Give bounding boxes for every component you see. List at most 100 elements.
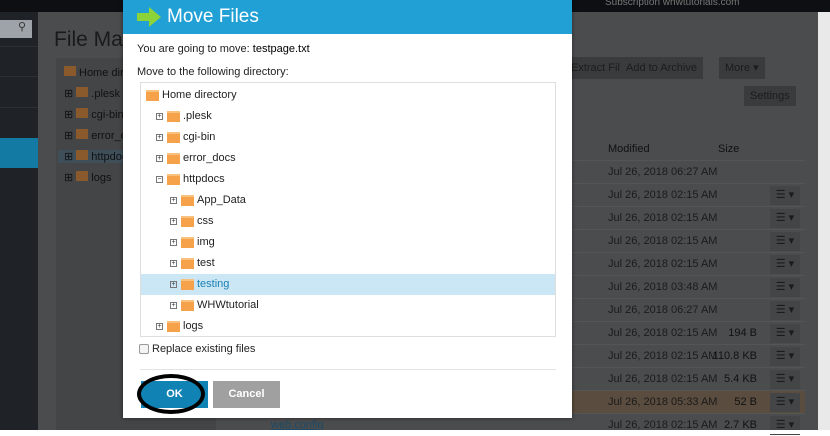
tree-node[interactable]: + WHWtutorial: [141, 295, 555, 316]
tree-node[interactable]: + img: [141, 232, 555, 253]
folder-icon: [76, 150, 89, 160]
folder-item[interactable]: ⊞ logs: [64, 171, 111, 184]
column-size[interactable]: Size: [718, 143, 739, 155]
tree-node[interactable]: + cgi-bin: [141, 127, 555, 148]
row-menu-button[interactable]: ☰ ▾: [770, 232, 800, 251]
modified-cell: Jul 26, 2018 06:27 AM: [608, 166, 718, 178]
modified-cell: Jul 26, 2018 06:27 AM: [608, 304, 718, 316]
modified-cell: Jul 26, 2018 02:15 AM: [608, 189, 718, 201]
tree-node[interactable]: + error_docs: [141, 148, 555, 169]
expand-icon[interactable]: +: [156, 113, 163, 120]
expand-icon[interactable]: ⊞: [64, 172, 76, 184]
folder-icon: [181, 258, 194, 269]
size-cell: 194 B: [728, 327, 757, 339]
expand-icon[interactable]: +: [170, 260, 177, 267]
folder-icon: [167, 153, 180, 164]
size-cell: 5.4 KB: [723, 373, 757, 385]
subscription-label: Subscription whwtutorials.com: [605, 0, 740, 8]
expand-icon[interactable]: +: [156, 134, 163, 141]
folder-icon: [76, 129, 89, 139]
tree-node-label: css: [197, 215, 214, 227]
folder-label: logs: [91, 172, 112, 184]
modified-cell: Jul 26, 2018 02:15 AM: [608, 327, 718, 339]
tree-node-label: .plesk: [183, 110, 212, 122]
highlight-circle: [137, 374, 205, 414]
settings-button[interactable]: Settings: [744, 86, 796, 106]
tree-node-label: App_Data: [197, 194, 246, 206]
expand-icon[interactable]: +: [156, 323, 163, 330]
expand-icon[interactable]: +: [156, 155, 163, 162]
tree-node[interactable]: + logs: [141, 316, 555, 337]
scrollbar[interactable]: [818, 12, 830, 430]
expand-icon[interactable]: ⊞: [64, 130, 76, 142]
folder-icon: [181, 300, 194, 311]
modified-cell: Jul 26, 2018 03:48 AM: [608, 281, 718, 293]
folder-icon: [167, 321, 180, 332]
folder-icon: [76, 87, 89, 97]
expand-icon[interactable]: +: [170, 197, 177, 204]
collapse-icon[interactable]: −: [156, 176, 163, 183]
tree-node[interactable]: + css: [141, 211, 555, 232]
expand-icon[interactable]: ⊞: [64, 109, 76, 121]
add-to-archive-button[interactable]: Add to Archive: [620, 57, 703, 79]
sidebar: ⚲: [0, 12, 38, 434]
row-menu-button[interactable]: ☰ ▾: [770, 393, 800, 412]
tree-node[interactable]: Home directory: [141, 85, 555, 106]
size-cell: 110.8 KB: [712, 350, 757, 362]
row-menu-button[interactable]: ☰ ▾: [770, 324, 800, 343]
row-menu-button[interactable]: ☰ ▾: [770, 209, 800, 228]
search-icon[interactable]: ⚲: [0, 20, 32, 38]
expand-icon[interactable]: +: [170, 281, 177, 288]
row-menu-button[interactable]: ☰ ▾: [770, 370, 800, 389]
directory-tree: Home directory + .plesk + cgi-bin + error_docs…: [140, 82, 556, 337]
expand-icon[interactable]: ⊞: [64, 88, 76, 100]
replace-existing-label[interactable]: Replace existing files: [152, 343, 255, 355]
more-button[interactable]: More ▾: [719, 57, 765, 79]
folder-icon: [146, 90, 159, 101]
dialog-header: Move Files: [123, 0, 572, 34]
tree-node-label: error_docs: [183, 152, 236, 164]
expand-icon[interactable]: +: [170, 302, 177, 309]
tree-node[interactable]: + .plesk: [141, 106, 555, 127]
dialog-title: Move Files: [167, 6, 259, 27]
moving-label: You are going to move:: [137, 43, 253, 55]
expand-icon[interactable]: +: [170, 218, 177, 225]
expand-icon[interactable]: +: [170, 239, 177, 246]
tree-node[interactable]: − httpdocs: [141, 169, 555, 190]
modified-cell: Jul 26, 2018 05:33 AM: [608, 396, 718, 408]
tree-node[interactable]: + testing: [141, 274, 555, 295]
tree-node-label: img: [197, 236, 215, 248]
row-menu-button[interactable]: ☰ ▾: [770, 347, 800, 366]
row-menu-button[interactable]: ☰ ▾: [770, 186, 800, 205]
divider: [140, 369, 556, 370]
folder-icon: [76, 171, 89, 181]
folder-label: cgi-bin: [91, 109, 124, 121]
modified-cell: Jul 26, 2018 02:15 AM: [608, 350, 718, 362]
modified-cell: Jul 26, 2018 02:15 AM: [608, 212, 718, 224]
tree-node-label: Home directory: [162, 89, 237, 101]
divider: [0, 76, 38, 77]
tree-node[interactable]: + App_Data: [141, 190, 555, 211]
tree-node[interactable]: + test: [141, 253, 555, 274]
tree-node-label: test: [197, 257, 215, 269]
column-modified[interactable]: Modified: [608, 143, 650, 155]
row-menu-button[interactable]: ☰ ▾: [770, 301, 800, 320]
modified-cell: Jul 26, 2018 02:15 AM: [608, 373, 718, 385]
tree-node-label: logs: [183, 320, 204, 332]
folder-item[interactable]: ⊞ cgi-bin: [64, 108, 124, 121]
folder-icon: [167, 174, 180, 185]
divider: [0, 107, 38, 108]
sidebar-item-active[interactable]: [0, 138, 38, 168]
move-files-dialog: Move Files You are going to move: testpa…: [123, 0, 572, 418]
expand-icon[interactable]: ⊞: [64, 151, 76, 163]
folder-item[interactable]: ⊞ .plesk: [64, 87, 120, 100]
modified-cell: Jul 26, 2018 02:15 AM: [608, 235, 718, 247]
cancel-button[interactable]: Cancel: [213, 381, 280, 408]
folder-icon: [64, 66, 76, 76]
row-menu-button[interactable]: ☰ ▾: [770, 278, 800, 297]
row-menu-button[interactable]: ☰ ▾: [770, 255, 800, 274]
folder-icon: [181, 216, 194, 227]
tree-node-label: WHWtutorial: [197, 299, 259, 311]
moving-file: testpage.txt: [252, 43, 310, 55]
replace-existing-checkbox[interactable]: [139, 344, 149, 354]
